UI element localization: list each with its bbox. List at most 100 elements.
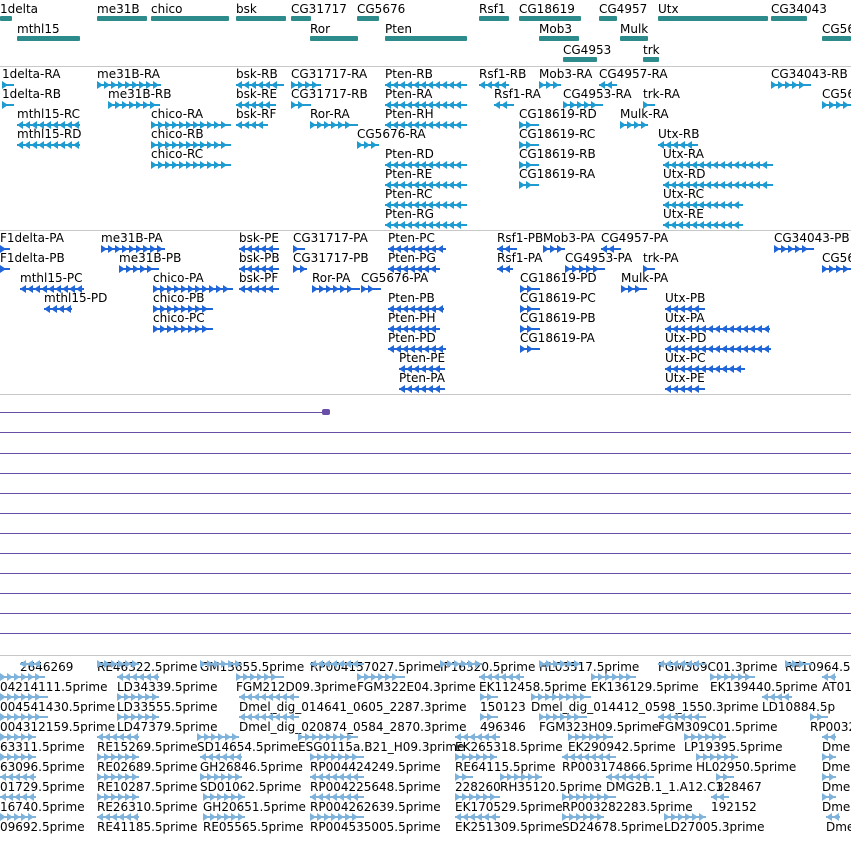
transcript-feature[interactable] — [357, 141, 379, 149]
est-feature[interactable] — [455, 793, 500, 801]
est-feature[interactable] — [236, 673, 284, 681]
est-feature[interactable] — [531, 693, 591, 701]
est-feature[interactable] — [0, 793, 36, 801]
transcript-feature[interactable] — [494, 101, 514, 109]
est-feature[interactable] — [762, 693, 792, 701]
gene-feature[interactable] — [479, 16, 509, 21]
transcript-feature[interactable] — [822, 101, 851, 109]
est-feature[interactable] — [310, 813, 364, 821]
protein-feature[interactable] — [239, 285, 279, 293]
est-feature[interactable] — [298, 733, 358, 741]
protein-feature[interactable] — [312, 285, 360, 293]
gene-feature[interactable] — [519, 16, 581, 21]
transcript-feature[interactable] — [663, 221, 743, 229]
est-track[interactable]: 2646269 RE46322.5prime GM13655.5prime RP004… — [0, 656, 851, 842]
est-feature[interactable] — [117, 713, 159, 721]
transcript-feature[interactable] — [236, 121, 268, 129]
protein-track[interactable]: F1delta-PA me31B-PA bsk-PE CG31717-PA Pten-P… — [0, 231, 851, 394]
transcript-feature[interactable] — [519, 181, 539, 189]
est-feature[interactable] — [455, 753, 497, 761]
gene-feature[interactable] — [599, 16, 617, 21]
est-feature[interactable] — [0, 753, 36, 761]
est-feature[interactable] — [591, 673, 636, 681]
est-feature[interactable] — [357, 673, 405, 681]
est-feature[interactable] — [97, 660, 139, 668]
est-feature[interactable] — [716, 773, 734, 781]
est-feature[interactable] — [0, 713, 48, 721]
est-feature[interactable] — [810, 713, 828, 721]
est-feature[interactable] — [97, 733, 139, 741]
est-feature[interactable] — [203, 813, 245, 821]
est-feature[interactable] — [203, 793, 245, 801]
gene-feature[interactable] — [310, 36, 358, 41]
est-feature[interactable] — [97, 793, 139, 801]
protein-feature[interactable] — [293, 265, 307, 273]
gene-feature[interactable] — [563, 57, 597, 62]
est-feature[interactable] — [200, 660, 242, 668]
est-feature[interactable] — [97, 813, 139, 821]
est-feature[interactable] — [310, 793, 364, 801]
transcript-feature[interactable] — [771, 81, 811, 89]
gene-feature[interactable] — [643, 57, 659, 62]
transcript-track[interactable]: 1delta-RA me31B-RA bsk-RB CG31717-RA Pten-RB… — [0, 67, 851, 230]
transcript-feature[interactable] — [620, 121, 648, 129]
est-feature[interactable] — [606, 773, 654, 781]
protein-feature[interactable] — [543, 245, 565, 253]
est-feature[interactable] — [455, 733, 500, 741]
est-feature[interactable] — [658, 660, 706, 668]
est-feature[interactable] — [822, 733, 836, 741]
est-feature[interactable] — [562, 753, 616, 761]
est-feature[interactable] — [562, 793, 616, 801]
est-feature[interactable] — [117, 673, 159, 681]
gene-feature[interactable] — [151, 16, 229, 21]
protein-feature[interactable] — [497, 265, 513, 273]
est-feature[interactable] — [822, 673, 836, 681]
est-feature[interactable] — [826, 813, 840, 821]
gene-feature[interactable] — [291, 16, 311, 21]
est-feature[interactable] — [710, 673, 755, 681]
gene-feature[interactable] — [771, 16, 807, 21]
gene-feature[interactable] — [822, 36, 851, 41]
est-feature[interactable] — [785, 660, 812, 668]
est-feature[interactable] — [310, 660, 364, 668]
transcript-feature[interactable] — [17, 141, 80, 149]
protein-feature[interactable] — [153, 325, 213, 333]
est-feature[interactable] — [711, 793, 729, 801]
est-feature[interactable] — [197, 733, 239, 741]
est-feature[interactable] — [310, 773, 364, 781]
coverage-segment[interactable] — [0, 412, 328, 413]
est-feature[interactable] — [455, 773, 473, 781]
est-feature[interactable] — [539, 660, 581, 668]
protein-feature[interactable] — [0, 265, 10, 273]
est-feature[interactable] — [0, 773, 36, 781]
gene-feature[interactable] — [357, 16, 379, 21]
est-feature[interactable] — [822, 793, 836, 801]
est-feature[interactable] — [239, 693, 299, 701]
est-feature[interactable] — [20, 660, 41, 668]
est-feature[interactable] — [480, 693, 498, 701]
gene-track[interactable]: 1delta me31B chico bsk CG31717 CG5676 Rsf1 CG18… — [0, 0, 851, 66]
est-feature[interactable] — [696, 753, 738, 761]
est-feature[interactable] — [568, 733, 613, 741]
transcript-feature[interactable] — [539, 81, 561, 89]
est-feature[interactable] — [500, 773, 542, 781]
est-feature[interactable] — [97, 753, 139, 761]
protein-feature[interactable] — [621, 285, 647, 293]
est-feature[interactable] — [0, 673, 45, 681]
gene-feature[interactable] — [658, 16, 768, 21]
gene-feature[interactable] — [97, 16, 147, 21]
est-feature[interactable] — [684, 733, 726, 741]
coverage-peak-marker[interactable] — [322, 409, 330, 415]
est-feature[interactable] — [97, 773, 139, 781]
transcript-feature[interactable] — [310, 121, 358, 129]
est-feature[interactable] — [117, 693, 159, 701]
est-feature[interactable] — [0, 693, 48, 701]
est-feature[interactable] — [539, 713, 587, 721]
gene-feature[interactable] — [236, 16, 286, 21]
est-feature[interactable] — [0, 813, 36, 821]
gene-feature[interactable] — [620, 36, 648, 41]
est-feature[interactable] — [480, 713, 498, 721]
protein-feature[interactable] — [399, 385, 445, 393]
transcript-feature[interactable] — [385, 221, 467, 229]
est-feature[interactable] — [479, 673, 524, 681]
